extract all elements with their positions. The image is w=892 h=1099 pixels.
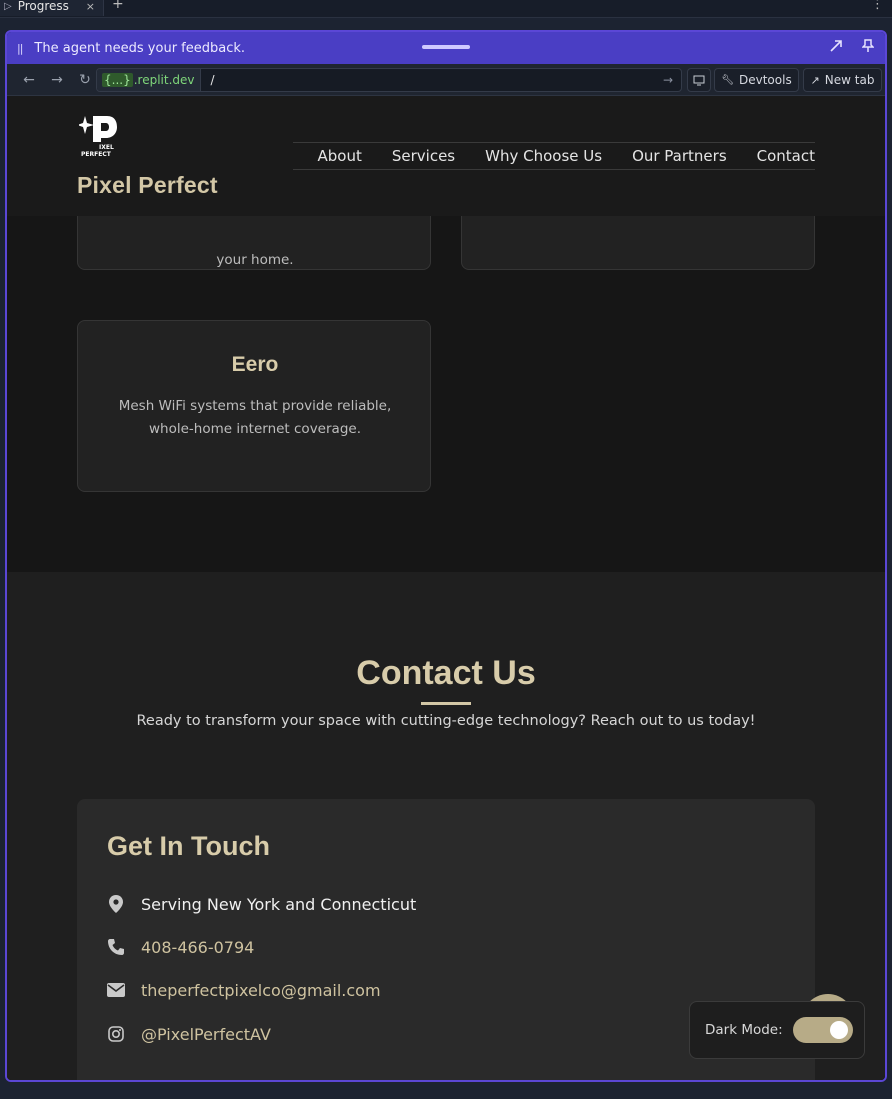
host-domain: .replit.dev [133,73,195,87]
tab-progress[interactable]: ▷ Progress × [0,0,104,16]
ide-tabbar: ▷ Progress × + ⋮ [0,0,892,18]
pixel-perfect-logo[interactable]: IXEL PERFECT [77,112,121,158]
wrench-icon: 🔧︎ [721,74,734,86]
site-header: IXEL PERFECT Pixel Perfect About Service… [7,96,885,216]
contact-location-row: Serving New York and Connecticut [107,892,416,916]
contact-instagram[interactable]: @PixelPerfectAV [141,1025,271,1044]
dark-mode-switch[interactable] [792,1017,853,1043]
forward-icon[interactable]: → [43,72,71,88]
monitor-icon [693,75,705,85]
brand-name[interactable]: Pixel Perfect [77,172,218,199]
webview-frame: || The agent needs your feedback. ← → ↻ … [5,30,887,1082]
envelope-icon [107,981,125,999]
contact-location: Serving New York and Connecticut [141,894,417,914]
nav-our-partners[interactable]: Our Partners [632,147,727,165]
url-path: / [210,73,215,87]
host-braces: {...} [102,73,133,87]
svg-text:IXEL: IXEL [99,144,114,151]
card-description-tail: your home. [216,252,294,268]
partner-card-eero: Eero Mesh WiFi systems that provide reli… [77,320,431,492]
pin-icon[interactable] [861,39,875,57]
url-bar: ← → ↻ {...} .replit.dev / → 🔧︎ Devtools … [7,64,885,96]
phone-icon [107,938,125,956]
drag-handle[interactable] [422,45,470,49]
tab-label: Progress [17,0,69,13]
instagram-icon [107,1025,125,1043]
dark-mode-toggle-panel: Dark Mode: [689,1001,865,1059]
more-options-icon[interactable]: ⋮ [871,0,884,12]
feedback-bar: || The agent needs your feedback. [7,32,885,64]
switch-knob [829,1021,848,1039]
get-in-touch-title: Get In Touch [107,831,270,861]
map-pin-icon [107,895,125,913]
close-tab-icon[interactable]: × [86,0,95,13]
terminal-icon: ▷ [4,0,12,12]
contact-instagram-row[interactable]: @PixelPerfectAV [107,1022,271,1046]
add-tab-button[interactable]: + [112,0,124,12]
site-viewport: your home. Eero Mesh WiFi systems that p… [7,96,885,1080]
card-title: Eero [231,353,279,376]
title-underline [421,702,471,705]
contact-email[interactable]: theperfectpixelco@gmail.com [141,981,381,1000]
screen-button[interactable] [687,68,711,92]
host-chip: {...} .replit.dev [97,69,201,91]
dark-mode-label: Dark Mode: [705,1022,783,1038]
devtools-button[interactable]: 🔧︎ Devtools [714,68,799,92]
contact-phone-row[interactable]: 408-466-0794 [107,935,254,959]
svg-text:PERFECT: PERFECT [81,151,112,158]
new-tab-label: New tab [824,73,875,87]
external-link-icon: ↗ [810,73,820,87]
pause-icon[interactable]: || [17,42,24,55]
go-arrow-icon[interactable]: → [663,73,673,87]
main-nav: About Services Why Choose Us Our Partner… [293,142,815,170]
nav-contact[interactable]: Contact [757,147,815,165]
card-description: Mesh WiFi systems that provide reliable,… [118,398,392,437]
contact-title: Contact Us [356,654,536,692]
contact-email-row[interactable]: theperfectpixelco@gmail.com [107,978,381,1002]
back-icon[interactable]: ← [15,72,43,88]
nav-about[interactable]: About [318,147,362,165]
devtools-label: Devtools [739,73,792,87]
nav-why-choose-us[interactable]: Why Choose Us [485,147,602,165]
contact-phone[interactable]: 408-466-0794 [141,938,254,957]
nav-services[interactable]: Services [392,147,455,165]
contact-subtitle: Ready to transform your space with cutti… [136,713,756,729]
new-tab-button[interactable]: ↗ New tab [803,68,882,92]
address-field[interactable]: {...} .replit.dev / → [96,68,682,92]
ide-bottom-strip [0,1086,892,1099]
reload-icon[interactable]: ↻ [71,72,99,88]
feedback-message: The agent needs your feedback. [34,40,246,56]
popout-icon[interactable] [829,39,843,57]
